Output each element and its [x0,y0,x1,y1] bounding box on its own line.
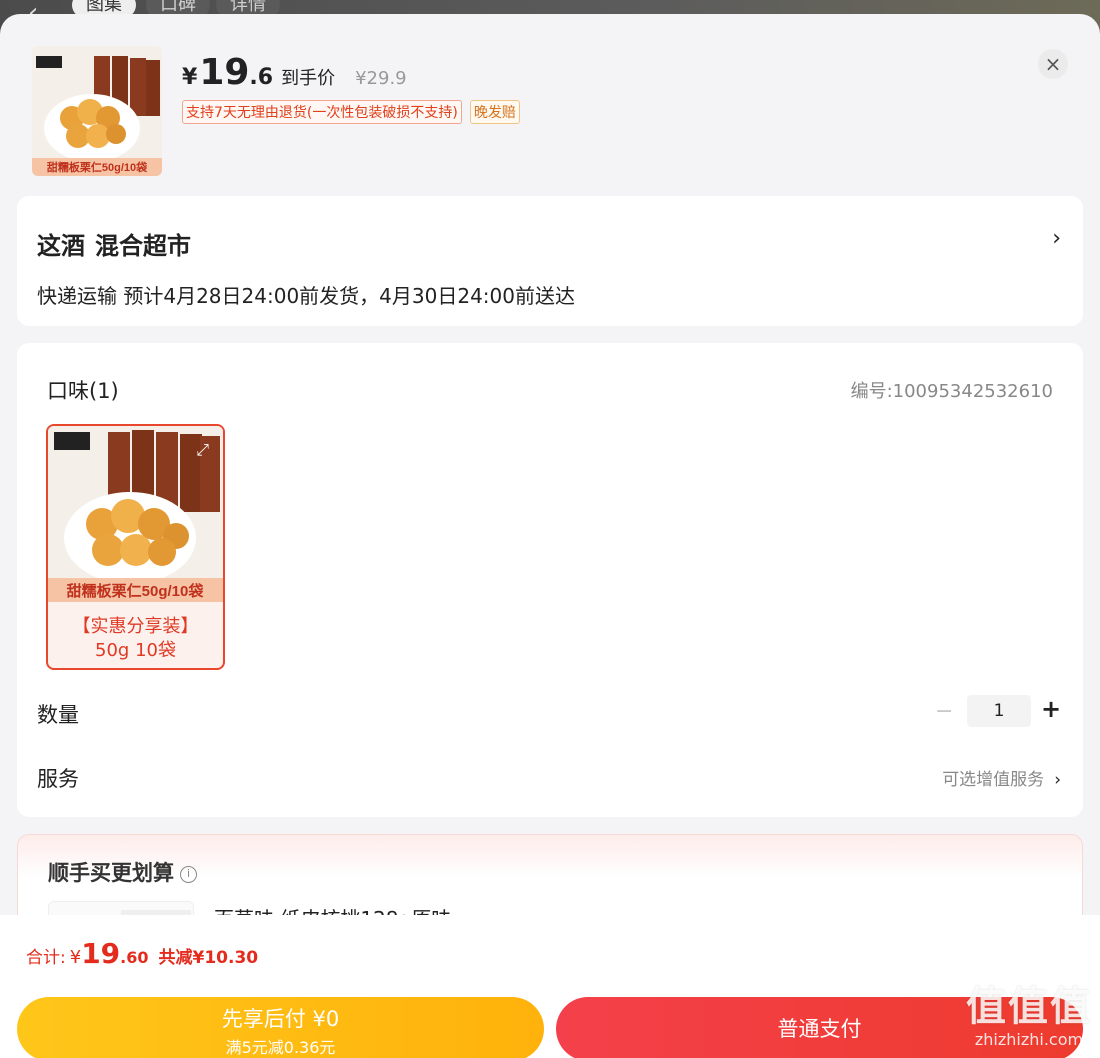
late-delivery-tag: 晚发赔 [469,100,520,124]
watermark: 值值值 zhizhizhi.com [966,974,1092,1049]
product-thumbnail[interactable]: 甜糯板栗仁50g/10袋 [32,46,162,176]
return-policy-tag: 支持7天无理由退货(一次性包装破损不支持) [182,100,462,124]
original-price: ¥29.9 [355,68,407,89]
bundle-title: 顺手买更划算 i [48,857,197,887]
quantity-input[interactable]: 1 [967,695,1031,727]
total-saving: 共减¥10.30 [158,948,259,968]
pay-later-label: 先享后付 ¥0 [221,1007,340,1031]
item-id: 编号:10095342532610 [850,381,1053,402]
option-caption-line2: 50g 10袋 [95,640,176,661]
service-tags: 支持7天无理由退货(一次性包装破损不支持) 晚发赔 [182,100,520,124]
decrement-button[interactable]: − [935,699,953,724]
service-selector[interactable]: 可选增值服务 › [942,765,1061,790]
price-decimal: .6 [249,65,274,90]
svg-text:甜糯板栗仁50g/10袋: 甜糯板栗仁50g/10袋 [47,160,148,174]
price-label: 到手价 [281,68,336,89]
flavor-option-selected[interactable]: 甜糯板栗仁50g/10袋 ⤢ 【实惠分享装】 50g 10袋 [46,424,225,670]
store-card[interactable]: 这酒 混合超市 › 快递运输 预计4月28日24:00前发货，4月30日24:00… [17,196,1083,326]
spec-card: 口味(1) 编号:10095342532610 甜糯板栗仁50g/10袋 ⤢ 【… [17,343,1083,817]
info-icon[interactable]: i [180,865,197,883]
svg-text:甜糯板栗仁50g/10袋: 甜糯板栗仁50g/10袋 [67,582,205,600]
service-value: 可选增值服务 [942,770,1045,790]
price-currency: ¥ [182,65,198,90]
close-icon[interactable]: × [1038,49,1068,79]
store-name-part1: 这酒 [37,232,85,260]
watermark-logo: 值值值 [966,984,1092,1030]
chestnut-image-icon: 甜糯板栗仁50g/10袋 [32,46,162,176]
shipping-info: 快递运输 预计4月28日24:00前发货，4月30日24:00前送达 [37,284,575,308]
total-price: 合计: ¥ 19 .60 共减¥10.30 [26,937,258,970]
price-integer: 19 [199,52,250,93]
total-label: 合计: [26,948,66,968]
chevron-right-icon[interactable]: › [1052,226,1061,251]
bundle-title-text: 顺手买更划算 [48,861,174,885]
flavor-title: 口味(1) [47,379,119,403]
total-integer: 19 [81,937,121,970]
quantity-label: 数量 [37,703,79,727]
pay-later-button[interactable]: 先享后付 ¥0 满5元减0.36元 [17,997,544,1058]
store-name-part2: 混合超市 [95,232,191,260]
total-decimal: .60 [120,948,149,967]
checkout-footer: 合计: ¥ 19 .60 共减¥10.30 先享后付 ¥0 满5元减0.36元 … [0,915,1100,1058]
watermark-url: zhizhizhi.com [974,1030,1084,1049]
chevron-right-icon: › [1054,770,1061,790]
pay-later-promo: 满5元减0.36元 [225,1038,336,1057]
option-caption-line1: 【实惠分享装】 [72,616,199,637]
expand-icon[interactable]: ⤢ [196,440,209,460]
total-currency: ¥ [69,947,82,968]
increment-button[interactable]: + [1041,695,1061,723]
service-label: 服务 [37,767,79,791]
store-name: 这酒 混合超市 [37,226,201,261]
sku-selection-sheet: 甜糯板栗仁50g/10袋 ¥ 19 .6 到手价 ¥29.9 支持7天无理由退货… [0,14,1100,1058]
price-row: ¥ 19 .6 到手价 ¥29.9 [182,52,407,93]
